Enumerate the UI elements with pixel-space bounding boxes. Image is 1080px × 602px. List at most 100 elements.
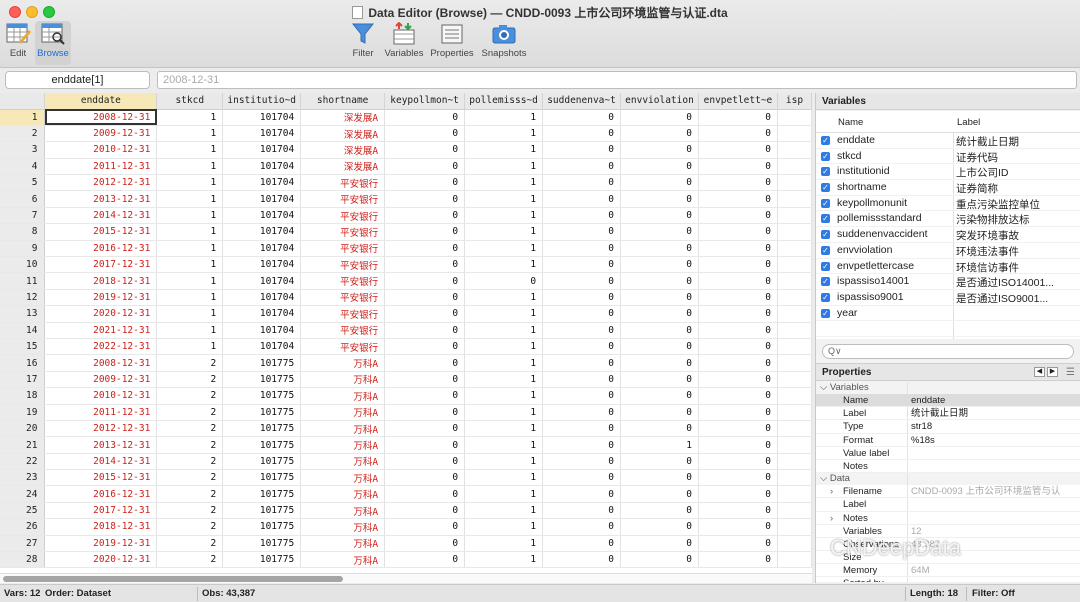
- table-cell[interactable]: 1: [464, 535, 544, 553]
- table-cell[interactable]: [777, 387, 812, 405]
- toolbar-edit-button[interactable]: Edit: [4, 22, 32, 59]
- table-cell[interactable]: 平安银行: [300, 289, 386, 307]
- properties-data-section[interactable]: ⌵ Data: [816, 473, 1080, 486]
- table-cell[interactable]: [777, 223, 812, 241]
- table-cell[interactable]: 2: [156, 502, 224, 520]
- table-cell[interactable]: 万科A: [300, 354, 386, 372]
- property-value[interactable]: %18s: [911, 434, 1071, 447]
- table-cell[interactable]: [777, 551, 812, 569]
- table-row[interactable]: 22 2014-12-31 2 101775 万科A 0 1 0 0 0: [0, 453, 812, 471]
- table-cell[interactable]: 2: [156, 436, 224, 454]
- table-cell[interactable]: 101704: [222, 109, 302, 126]
- properties-variables-section[interactable]: ⌵ Variables: [816, 382, 1080, 394]
- table-cell[interactable]: 2: [156, 420, 224, 438]
- table-cell[interactable]: 1: [156, 158, 224, 176]
- property-row[interactable]: Label 统计截止日期: [816, 407, 1080, 421]
- table-cell[interactable]: 101775: [222, 502, 302, 520]
- table-cell[interactable]: [777, 174, 812, 192]
- column-header[interactable]: pollemisss~d: [464, 93, 544, 110]
- column-header[interactable]: envpetlett~e: [698, 93, 778, 110]
- table-row[interactable]: 10 2017-12-31 1 101704 平安银行 0 1 0 0 0: [0, 256, 812, 274]
- table-cell[interactable]: 平安银行: [300, 174, 386, 192]
- table-cell[interactable]: 1: [156, 174, 224, 192]
- table-cell[interactable]: 0: [542, 240, 622, 258]
- table-cell[interactable]: 1: [620, 436, 699, 454]
- row-number[interactable]: 20: [0, 420, 46, 438]
- table-cell[interactable]: 0: [698, 338, 778, 356]
- table-cell[interactable]: 0: [620, 240, 699, 258]
- table-cell[interactable]: 0: [542, 207, 622, 225]
- table-cell[interactable]: 0: [620, 109, 699, 126]
- table-cell[interactable]: 1: [464, 420, 544, 438]
- table-cell[interactable]: 0: [698, 354, 778, 372]
- checkbox[interactable]: ✓: [821, 183, 830, 193]
- table-cell[interactable]: 0: [542, 322, 622, 339]
- table-cell[interactable]: 平安银行: [300, 272, 386, 290]
- table-cell[interactable]: 0: [620, 305, 699, 323]
- checkbox[interactable]: ✓: [821, 151, 830, 161]
- table-cell[interactable]: 2: [156, 354, 224, 372]
- table-cell[interactable]: 2015-12-31: [44, 223, 158, 241]
- table-row[interactable]: 7 2014-12-31 1 101704 平安银行 0 1 0 0 0: [0, 207, 812, 225]
- table-cell[interactable]: 0: [620, 535, 699, 553]
- table-cell[interactable]: 0: [698, 404, 778, 421]
- variable-row[interactable]: ✓ keypollmonunit 重点污染监控单位: [816, 196, 1080, 212]
- property-row[interactable]: Notes: [816, 460, 1080, 474]
- table-cell[interactable]: 0: [542, 305, 622, 323]
- table-cell[interactable]: 2: [156, 387, 224, 405]
- row-number[interactable]: 15: [0, 338, 46, 356]
- table-cell[interactable]: 1: [464, 551, 544, 569]
- table-cell[interactable]: [777, 289, 812, 307]
- table-cell[interactable]: 2: [156, 453, 224, 471]
- toolbar-filter-button[interactable]: Filter: [348, 22, 378, 59]
- table-cell[interactable]: 0: [384, 223, 466, 241]
- table-cell[interactable]: 0: [620, 453, 699, 471]
- table-cell[interactable]: 0: [698, 207, 778, 225]
- table-cell[interactable]: 0: [542, 518, 622, 536]
- table-cell[interactable]: 平安银行: [300, 240, 386, 258]
- table-cell[interactable]: 0: [384, 420, 466, 438]
- table-row[interactable]: 13 2020-12-31 1 101704 平安银行 0 1 0 0 0: [0, 305, 812, 323]
- table-cell[interactable]: 0: [620, 125, 699, 143]
- row-number[interactable]: 13: [0, 305, 46, 323]
- table-row[interactable]: 14 2021-12-31 1 101704 平安银行 0 1 0 0 0: [0, 322, 812, 339]
- table-cell[interactable]: 0: [620, 502, 699, 520]
- table-cell[interactable]: 101704: [222, 272, 302, 290]
- table-cell[interactable]: 0: [620, 354, 699, 372]
- table-cell[interactable]: 平安银行: [300, 338, 386, 356]
- table-row[interactable]: 16 2008-12-31 2 101775 万科A 0 1 0 0 0: [0, 354, 812, 372]
- table-cell[interactable]: 0: [542, 272, 622, 290]
- table-cell[interactable]: [777, 354, 812, 372]
- checkbox[interactable]: ✓: [821, 198, 830, 208]
- table-cell[interactable]: 0: [464, 272, 544, 290]
- toolbar-snapshots-button[interactable]: Snapshots: [478, 22, 530, 59]
- table-cell[interactable]: 1: [156, 338, 224, 356]
- table-cell[interactable]: 0: [542, 109, 622, 126]
- table-cell[interactable]: 平安银行: [300, 322, 386, 339]
- table-cell[interactable]: 1: [156, 289, 224, 307]
- table-cell[interactable]: 0: [542, 551, 622, 569]
- table-cell[interactable]: 1: [156, 322, 224, 339]
- table-cell[interactable]: 0: [698, 485, 778, 503]
- menu-lines-icon[interactable]: ☰: [1066, 364, 1075, 381]
- table-cell[interactable]: 0: [620, 338, 699, 356]
- checkbox[interactable]: ✓: [821, 308, 830, 318]
- table-row[interactable]: 12 2019-12-31 1 101704 平安银行 0 1 0 0 0: [0, 289, 812, 307]
- table-cell[interactable]: 101704: [222, 256, 302, 274]
- table-cell[interactable]: 2017-12-31: [44, 256, 158, 274]
- table-cell[interactable]: 0: [542, 387, 622, 405]
- table-cell[interactable]: 1: [464, 338, 544, 356]
- table-cell[interactable]: 0: [620, 322, 699, 339]
- table-cell[interactable]: 0: [542, 125, 622, 143]
- table-cell[interactable]: 0: [698, 436, 778, 454]
- table-row[interactable]: 23 2015-12-31 2 101775 万科A 0 1 0 0 0: [0, 469, 812, 487]
- table-cell[interactable]: 0: [384, 404, 466, 421]
- table-cell[interactable]: 1: [156, 256, 224, 274]
- row-number[interactable]: 22: [0, 453, 46, 471]
- table-cell[interactable]: 1: [156, 223, 224, 241]
- table-cell[interactable]: 0: [542, 190, 622, 208]
- table-cell[interactable]: 2014-12-31: [44, 453, 158, 471]
- table-row[interactable]: 21 2013-12-31 2 101775 万科A 0 1 0 1 0: [0, 436, 812, 454]
- cell-value-field[interactable]: 2008-12-31: [157, 71, 1077, 89]
- toolbar-browse-button[interactable]: Browse: [35, 21, 71, 65]
